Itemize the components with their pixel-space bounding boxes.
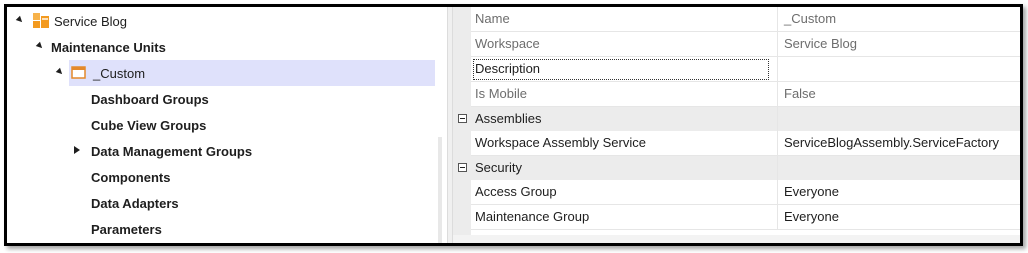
workspace-tree: Service Blog Maintenance Units _Custom D… [7, 7, 447, 243]
workspace-icon [32, 12, 50, 29]
property-name: Description [475, 61, 541, 76]
expand-arrow-icon[interactable] [35, 41, 45, 51]
tree-node-service-blog[interactable]: Service Blog [15, 9, 435, 33]
property-grid: Name _Custom Workspace Service Blog Desc… [453, 7, 1020, 235]
tree-node-label: Components [91, 169, 171, 185]
expand-arrow-icon[interactable] [55, 67, 65, 77]
collapse-box-icon[interactable] [458, 163, 467, 172]
property-name: Name [475, 11, 510, 26]
property-value[interactable]: Everyone [777, 205, 1020, 229]
maintenance-unit-icon [71, 65, 86, 80]
property-name: Maintenance Group [475, 209, 590, 224]
tree-node-cube-view-groups[interactable]: Cube View Groups [91, 113, 206, 137]
property-name: Is Mobile [475, 86, 528, 101]
property-row-is-mobile[interactable]: Is Mobile False [471, 82, 1020, 107]
tree-node-components[interactable]: Components [91, 165, 170, 189]
description-value-field[interactable] [777, 57, 1020, 81]
property-row-workspace[interactable]: Workspace Service Blog [471, 32, 1020, 57]
tree-node-label: Parameters [91, 221, 162, 237]
tree-node-data-management-groups[interactable]: Data Management Groups [74, 139, 253, 163]
category-security[interactable]: Security [453, 156, 1020, 180]
property-row-name[interactable]: Name _Custom [471, 7, 1020, 32]
property-row-access-group[interactable]: Access Group Everyone [471, 180, 1020, 205]
window-frame: Service Blog Maintenance Units _Custom D… [4, 4, 1023, 246]
category-label: Assemblies [475, 111, 542, 126]
property-value: Service Blog [777, 32, 1020, 56]
tree-node-data-adapters[interactable]: Data Adapters [91, 191, 179, 215]
category-label: Security [475, 160, 522, 175]
tree-node-custom[interactable]: _Custom [55, 61, 435, 85]
property-row-maintenance-group[interactable]: Maintenance Group Everyone [471, 205, 1020, 230]
tree-node-label: Maintenance Units [51, 39, 166, 55]
tree-node-label: _Custom [93, 65, 146, 81]
property-value: _Custom [777, 7, 1020, 31]
category-assemblies[interactable]: Assemblies [453, 107, 1020, 131]
tree-node-label: Service Blog [54, 13, 127, 29]
collapse-arrow-icon[interactable] [74, 146, 80, 154]
tree-node-label: Data Management Groups [91, 143, 253, 159]
property-row-description[interactable]: Description [471, 57, 1020, 82]
tree-scrollbar[interactable] [438, 137, 442, 243]
property-row-workspace-assembly-service[interactable]: Workspace Assembly Service ServiceBlogAs… [471, 131, 1020, 156]
expand-arrow-icon[interactable] [15, 15, 25, 25]
tree-node-label: Data Adapters [91, 195, 179, 211]
tree-node-label: Cube View Groups [91, 117, 207, 133]
property-name: Workspace Assembly Service [475, 135, 646, 150]
property-value: False [777, 82, 1020, 106]
column-divider [777, 107, 778, 131]
tree-node-label: Dashboard Groups [91, 91, 209, 107]
property-value[interactable]: ServiceBlogAssembly.ServiceFactory [777, 131, 1020, 155]
property-name: Access Group [475, 184, 557, 199]
property-value[interactable]: Everyone [777, 180, 1020, 204]
tree-node-dashboard-groups[interactable]: Dashboard Groups [91, 87, 209, 111]
property-grid-empty-area [453, 235, 1020, 243]
column-divider [777, 156, 778, 180]
collapse-box-icon[interactable] [458, 114, 467, 123]
tree-node-maintenance-units[interactable]: Maintenance Units [35, 35, 435, 59]
tree-node-parameters[interactable]: Parameters [91, 217, 162, 241]
property-name: Workspace [475, 36, 540, 51]
